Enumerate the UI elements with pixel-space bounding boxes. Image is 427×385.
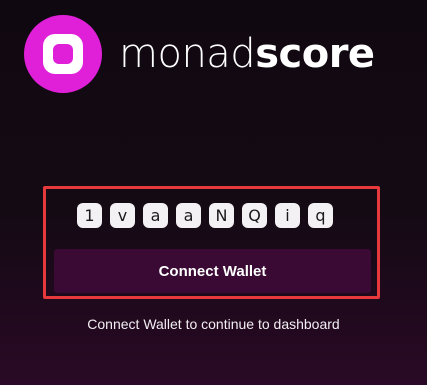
brand-wordmark: monad score	[119, 34, 375, 74]
brand-name-bold: score	[255, 31, 375, 77]
captcha-char: 1	[77, 203, 102, 228]
captcha-char: Q	[242, 203, 267, 228]
brand-name-light: monad	[119, 31, 256, 77]
connect-wallet-card: 1 v a a N Q i q Connect Wallet	[43, 186, 380, 299]
connect-hint-text: Connect Wallet to continue to dashboard	[87, 316, 340, 332]
connect-wallet-button[interactable]: Connect Wallet	[54, 249, 371, 293]
captcha-char: v	[110, 203, 135, 228]
captcha-char: a	[143, 203, 168, 228]
captcha-char: q	[308, 203, 333, 228]
logo: monad score	[24, 15, 375, 93]
captcha-char: N	[209, 203, 234, 228]
captcha-char: i	[275, 203, 300, 228]
captcha-char: a	[176, 203, 201, 228]
monadscore-logo-icon	[24, 15, 102, 93]
captcha-row: 1 v a a N Q i q	[77, 203, 333, 228]
